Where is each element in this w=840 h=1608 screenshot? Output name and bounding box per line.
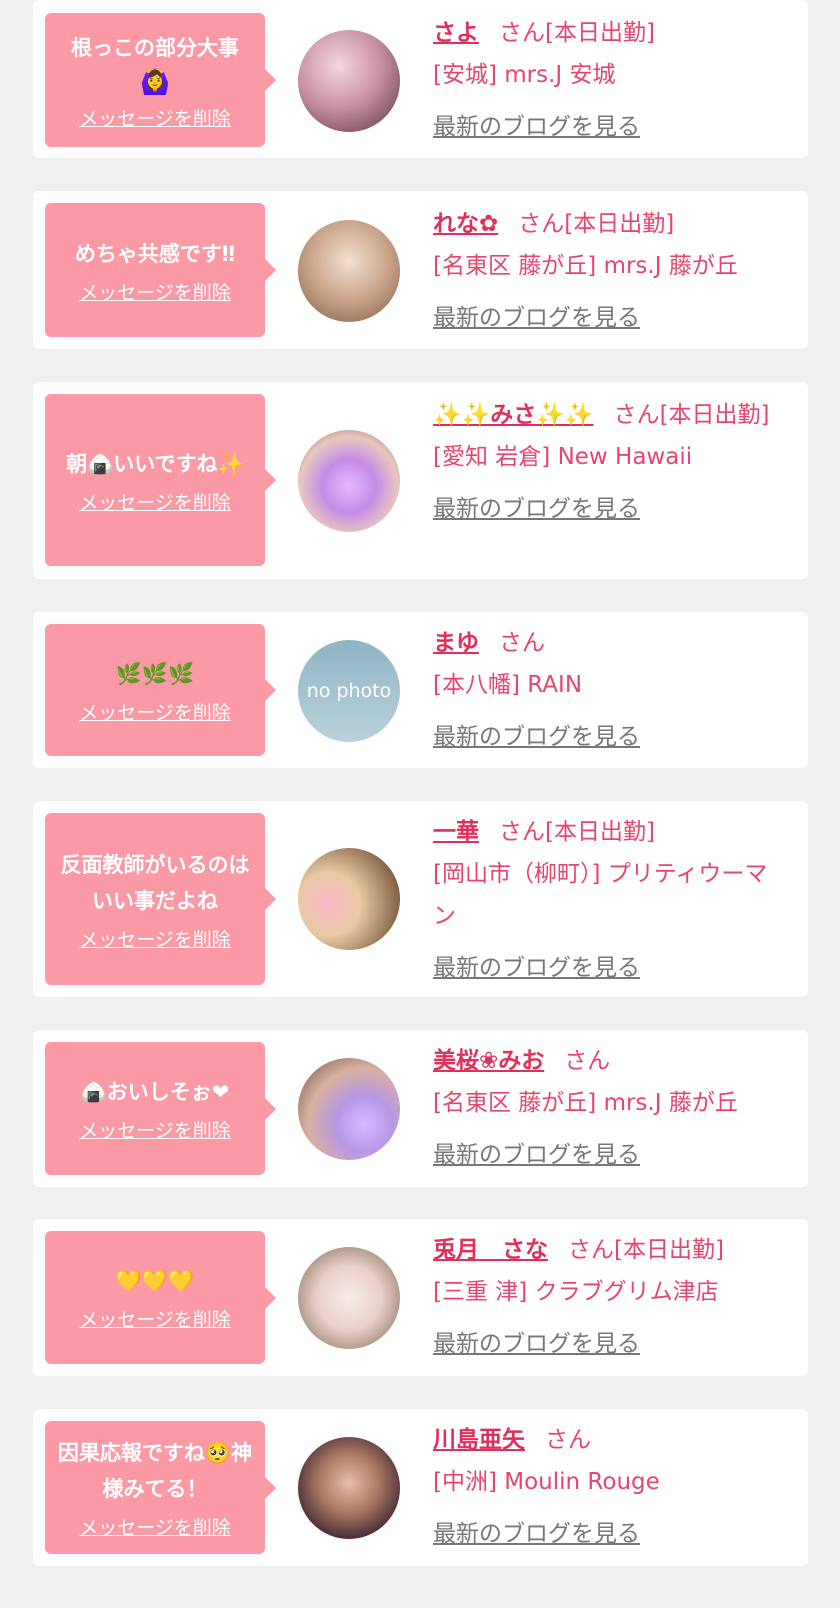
- message-text: めちゃ共感です‼︎: [74, 241, 236, 266]
- shop-label: [岡山市（柳町）] プリティウーマン: [433, 861, 768, 929]
- avatar-no-photo[interactable]: no photo: [298, 640, 400, 742]
- message-bubble: めちゃ共感です‼︎ メッセージを削除: [45, 203, 276, 337]
- shop-label: [中洲] Moulin Rouge: [433, 1469, 660, 1495]
- view-blog-link[interactable]: 最新のブログを見る: [433, 1323, 640, 1365]
- delete-message-link[interactable]: メッセージを削除: [79, 488, 231, 515]
- name-suffix: さん[本日出勤]: [499, 20, 655, 46]
- message-card: 🌿🌿🌿 メッセージを削除 no photo まゆ さん [本八幡] RAIN 最新…: [33, 612, 808, 768]
- message-bubble: 反面教師がいるのはいい事だよね メッセージを削除: [45, 813, 276, 985]
- delete-message-link[interactable]: メッセージを削除: [79, 1513, 231, 1540]
- message-card: 🍙おいしそぉ❤ メッセージを削除 美桜❀みお さん [名東区 藤が丘] mrs.J…: [33, 1030, 808, 1187]
- shop-label: [本八幡] RAIN: [433, 672, 583, 698]
- avatar[interactable]: [298, 430, 400, 532]
- delete-message-link[interactable]: メッセージを削除: [79, 1116, 231, 1143]
- view-blog-link[interactable]: 最新のブログを見る: [433, 297, 640, 339]
- delete-message-link[interactable]: メッセージを削除: [79, 104, 231, 131]
- message-bubble: 根っこの部分大事 🙆‍♀️ メッセージを削除: [45, 13, 276, 147]
- avatar[interactable]: [298, 1437, 400, 1539]
- message-text: 根っこの部分大事: [71, 35, 239, 60]
- delete-message-link[interactable]: メッセージを削除: [79, 278, 231, 305]
- shop-label: [安城] mrs.J 安城: [433, 62, 616, 88]
- message-emoji: 🙆‍♀️: [140, 67, 170, 96]
- message-bubble: 朝🍙いいですね✨ メッセージを削除: [45, 394, 276, 566]
- profile-name-link[interactable]: 美桜❀みお: [433, 1048, 544, 1074]
- message-bubble: 🍙おいしそぉ❤ メッセージを削除: [45, 1042, 276, 1175]
- message-card: 因果応報ですね🥺神様みてる！ メッセージを削除 川島亜矢 さん [中洲] Moul…: [33, 1409, 808, 1566]
- name-suffix: さん: [499, 630, 545, 656]
- delete-message-link[interactable]: メッセージを削除: [79, 1305, 231, 1332]
- profile-name-link[interactable]: さよ: [433, 20, 479, 46]
- delete-message-link[interactable]: メッセージを削除: [79, 698, 231, 725]
- message-bubble: 🌿🌿🌿 メッセージを削除: [45, 624, 276, 756]
- name-suffix: さん: [564, 1048, 611, 1074]
- message-bubble: 因果応報ですね🥺神様みてる！ メッセージを削除: [45, 1421, 276, 1554]
- message-list: 根っこの部分大事 🙆‍♀️ メッセージを削除 さよ さん[本日出勤] [安城] m…: [0, 0, 840, 1608]
- shop-label: [三重 津] クラブグリム津店: [433, 1279, 719, 1305]
- name-suffix: さん: [545, 1427, 591, 1453]
- shop-label: [名東区 藤が丘] mrs.J 藤が丘: [433, 253, 738, 279]
- name-suffix: さん[本日出勤]: [568, 1237, 724, 1263]
- profile-name-link[interactable]: れな✿: [433, 211, 498, 237]
- avatar[interactable]: [298, 1058, 400, 1160]
- message-card: 根っこの部分大事 🙆‍♀️ メッセージを削除 さよ さん[本日出勤] [安城] m…: [33, 0, 808, 158]
- avatar[interactable]: [298, 1247, 400, 1349]
- message-text: 🌿🌿🌿: [115, 661, 195, 686]
- message-card: めちゃ共感です‼︎ メッセージを削除 れな✿ さん[本日出勤] [名東区 藤が丘]…: [33, 191, 808, 349]
- avatar[interactable]: [298, 848, 400, 950]
- shop-label: [名東区 藤が丘] mrs.J 藤が丘: [433, 1090, 738, 1116]
- view-blog-link[interactable]: 最新のブログを見る: [433, 106, 640, 148]
- message-text: 💛💛💛: [115, 1269, 195, 1293]
- message-text: 因果応報ですね🥺神様みてる！: [57, 1441, 253, 1501]
- profile-name-link[interactable]: ✨✨みさ✨✨: [433, 402, 594, 428]
- profile-name-link[interactable]: 川島亜矢: [433, 1427, 525, 1453]
- view-blog-link[interactable]: 最新のブログを見る: [433, 1513, 640, 1555]
- profile-name-link[interactable]: 一華: [433, 819, 479, 845]
- shop-label: [愛知 岩倉] New Hawaii: [433, 444, 693, 470]
- profile-name-link[interactable]: まゆ: [433, 630, 479, 656]
- delete-message-link[interactable]: メッセージを削除: [79, 925, 231, 952]
- name-suffix: さん[本日出勤]: [499, 819, 655, 845]
- view-blog-link[interactable]: 最新のブログを見る: [433, 716, 640, 758]
- name-suffix: さん[本日出勤]: [518, 211, 675, 237]
- view-blog-link[interactable]: 最新のブログを見る: [433, 947, 640, 989]
- message-text: 反面教師がいるのはいい事だよね: [60, 852, 250, 913]
- view-blog-link[interactable]: 最新のブログを見る: [433, 488, 640, 530]
- message-text: 朝🍙いいですね✨: [66, 451, 244, 476]
- message-card: 朝🍙いいですね✨ メッセージを削除 ✨✨みさ✨✨ さん[本日出勤] [愛知 岩倉]…: [33, 382, 808, 579]
- no-photo-label: no photo: [306, 680, 392, 702]
- message-card: 💛💛💛 メッセージを削除 兎月 さな さん[本日出勤] [三重 津] クラブグリム…: [33, 1219, 808, 1376]
- name-suffix: さん[本日出勤]: [613, 402, 770, 428]
- avatar[interactable]: [298, 30, 400, 132]
- message-text: 🍙おいしそぉ❤: [80, 1080, 230, 1104]
- message-bubble: 💛💛💛 メッセージを削除: [45, 1231, 276, 1364]
- view-blog-link[interactable]: 最新のブログを見る: [433, 1134, 640, 1176]
- profile-name-link[interactable]: 兎月 さな: [433, 1237, 548, 1263]
- avatar[interactable]: [298, 220, 400, 322]
- message-card: 反面教師がいるのはいい事だよね メッセージを削除 一華 さん[本日出勤] [岡山市…: [33, 801, 808, 997]
